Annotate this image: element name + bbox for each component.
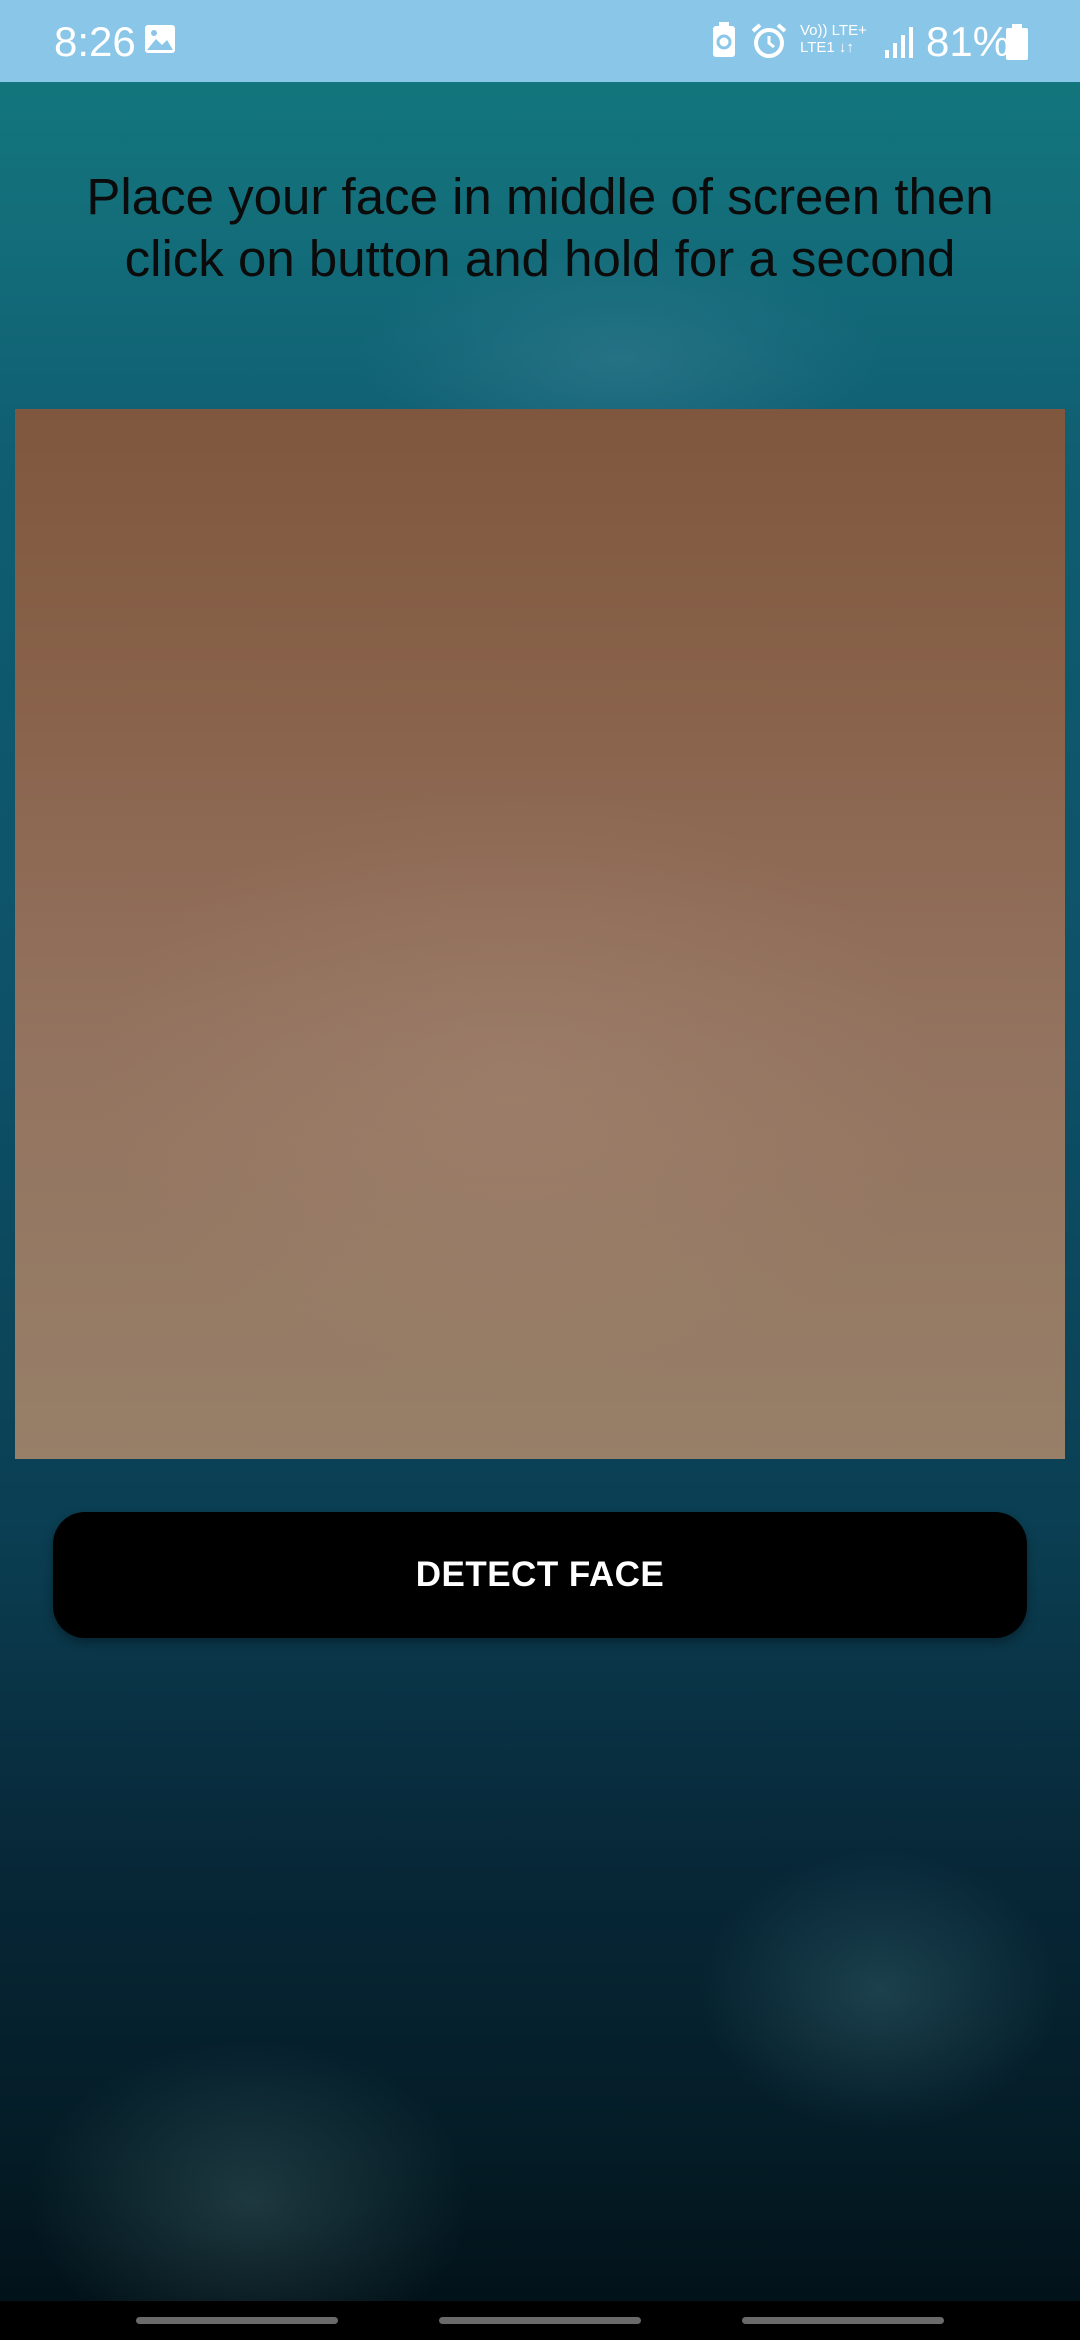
navigation-bar xyxy=(0,2301,1080,2340)
camera-preview xyxy=(15,409,1065,1459)
status-bar: 8:26 Vo)) LTE+ LTE1 ↓↑ 81% xyxy=(0,0,1080,82)
home-handle[interactable] xyxy=(439,2317,641,2324)
alarm-icon xyxy=(750,22,788,65)
gallery-icon xyxy=(144,24,176,54)
battery-icon xyxy=(1006,24,1028,65)
signal-icon xyxy=(884,26,914,63)
instruction-text: Place your face in middle of screen then… xyxy=(86,168,994,287)
network-type-indicator: Vo)) LTE+ LTE1 ↓↑ xyxy=(800,22,880,56)
network-label-bottom: LTE1 ↓↑ xyxy=(800,39,854,56)
back-handle[interactable] xyxy=(742,2317,944,2324)
status-time: 8:26 xyxy=(54,18,136,65)
battery-saver-icon xyxy=(712,22,736,63)
recent-apps-handle[interactable] xyxy=(136,2317,338,2324)
network-label-top: Vo)) LTE+ xyxy=(800,22,867,39)
detect-face-button[interactable]: DETECT FACE xyxy=(53,1512,1027,1638)
battery-percentage: 81% xyxy=(926,18,1011,65)
app-screen: 8:26 Vo)) LTE+ LTE1 ↓↑ 81% Place your fa… xyxy=(0,0,1080,2340)
